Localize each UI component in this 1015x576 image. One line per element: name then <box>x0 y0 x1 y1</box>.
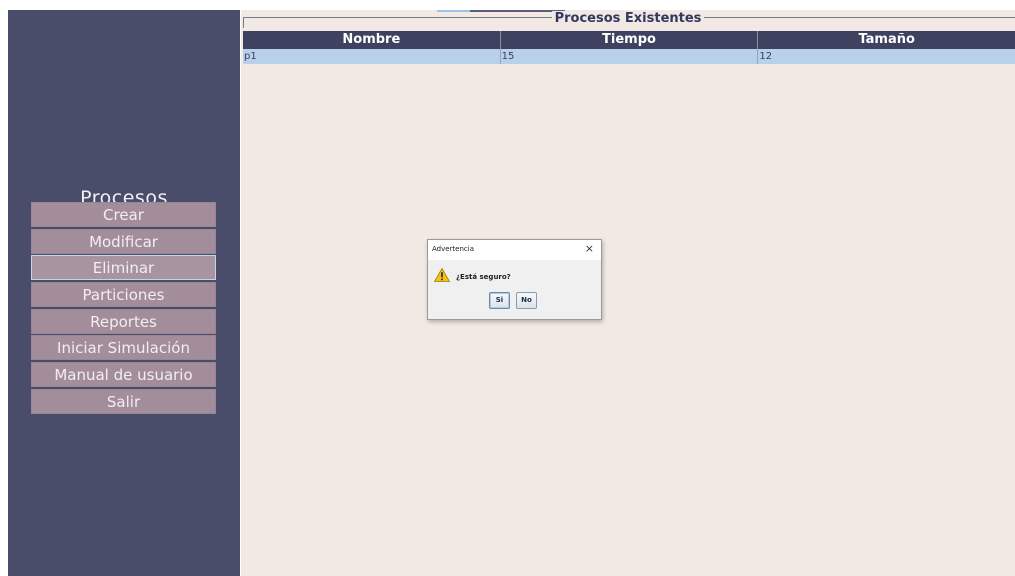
section-title: Procesos Existentes <box>241 11 1015 26</box>
processes-table: Nombre Tiempo Tamaño p1 15 12 <box>243 31 1015 64</box>
sidebar-item-particiones[interactable]: Particiones <box>31 282 216 308</box>
sidebar-item-iniciar-simulacion[interactable]: Iniciar Simulación <box>31 335 216 361</box>
column-header-nombre[interactable]: Nombre <box>243 31 501 49</box>
table-row[interactable]: p1 15 12 <box>243 49 1015 64</box>
yes-button[interactable]: Si <box>489 292 510 309</box>
warning-icon <box>434 268 450 282</box>
sidebar: Procesos Crear Modificar Eliminar Partic… <box>8 10 240 576</box>
sidebar-item-salir[interactable]: Salir <box>31 388 216 414</box>
confirm-dialog: Advertencia × ¿Está seguro? Si No <box>427 239 602 320</box>
cell-nombre[interactable]: p1 <box>243 49 501 64</box>
dialog-title: Advertencia <box>432 245 475 253</box>
column-header-tamano[interactable]: Tamaño <box>758 31 1015 49</box>
cell-tiempo[interactable]: 15 <box>501 49 759 64</box>
sidebar-menu: Crear Modificar Eliminar Particiones Rep… <box>31 202 216 416</box>
dialog-message: ¿Está seguro? <box>456 273 511 281</box>
no-button[interactable]: No <box>516 292 537 309</box>
sidebar-item-modificar[interactable]: Modificar <box>31 228 216 254</box>
column-header-tiempo[interactable]: Tiempo <box>501 31 759 49</box>
sidebar-item-eliminar[interactable]: Eliminar <box>31 255 216 281</box>
sidebar-item-crear[interactable]: Crear <box>31 202 216 227</box>
main-panel: Procesos Existentes Nombre Tiempo Tamaño… <box>241 10 1015 576</box>
section-title-text: Procesos Existentes <box>551 11 705 26</box>
sidebar-item-manual-de-usuario[interactable]: Manual de usuario <box>31 362 216 388</box>
sidebar-item-reportes[interactable]: Reportes <box>31 308 216 334</box>
close-icon[interactable]: × <box>585 242 594 255</box>
dialog-titlebar: Advertencia × <box>428 240 601 260</box>
cell-tamano[interactable]: 12 <box>758 49 1015 64</box>
table-header: Nombre Tiempo Tamaño <box>243 31 1015 49</box>
